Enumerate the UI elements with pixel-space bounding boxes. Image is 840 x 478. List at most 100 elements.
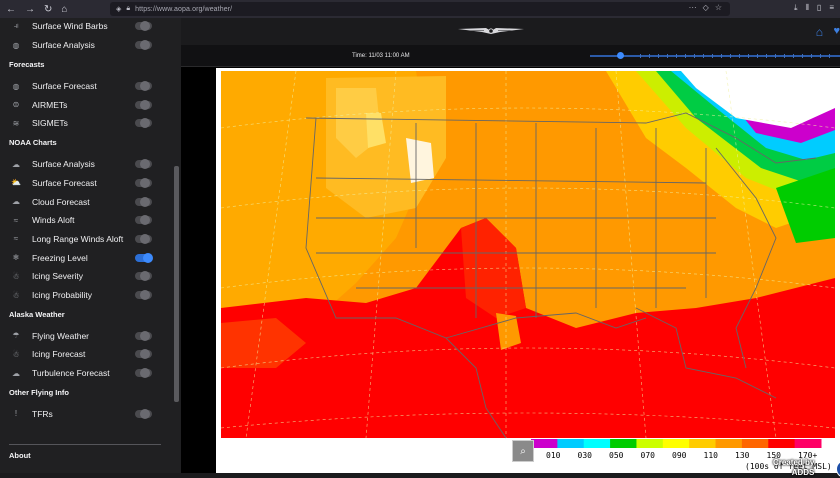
layer-item-label: Surface Forecast xyxy=(32,81,97,91)
timeline-slider[interactable] xyxy=(590,52,840,59)
layer-item[interactable]: ⫣ Surface Wind Barbs xyxy=(0,17,170,35)
timeline-tick[interactable] xyxy=(658,54,659,58)
menu-icon[interactable]: ≡ xyxy=(829,3,834,13)
cloud-rain-icon: ☂ xyxy=(12,331,20,341)
section-heading: Alaska Weather xyxy=(9,309,65,319)
snow-cloud-icon: ☃ xyxy=(12,271,20,281)
layer-toggle[interactable] xyxy=(135,408,152,419)
back-icon[interactable]: ← xyxy=(6,4,16,15)
timeline-tick[interactable] xyxy=(784,54,785,58)
layer-item[interactable]: ◍ Surface Analysis xyxy=(0,36,170,54)
layer-toggle[interactable] xyxy=(135,81,152,91)
layer-toggle[interactable] xyxy=(135,271,152,282)
legend-value-label: 090 xyxy=(672,451,687,460)
address-bar[interactable]: ◈ 🔒︎ https://www.aopa.org/weather/ ··· ◇… xyxy=(110,2,730,16)
layer-toggle[interactable] xyxy=(135,252,153,263)
library-icon[interactable]: ⫴ xyxy=(806,3,809,13)
timeline-tick[interactable] xyxy=(685,54,686,58)
layer-toggle[interactable] xyxy=(135,159,152,170)
layer-item[interactable]: ❄ Freezing Level xyxy=(0,249,170,267)
legend-value-label: 010 xyxy=(546,451,561,460)
timeline-tick[interactable] xyxy=(748,54,749,58)
sidebar-icon[interactable]: ▯ xyxy=(817,3,821,13)
freezing-level-map: 010 030 050 070 090 110 130 150 170+ (100s of fee… xyxy=(216,68,840,478)
layer-toggle[interactable] xyxy=(135,233,152,244)
layer-item[interactable]: ☁ Turbulence Forecast xyxy=(0,364,170,382)
layer-item[interactable]: ☁ Surface Analysis xyxy=(0,155,170,173)
layer-toggle[interactable] xyxy=(135,118,152,129)
legend-swatch xyxy=(715,439,743,448)
home-icon[interactable]: ⌂ xyxy=(816,25,823,39)
layer-item[interactable]: ⛅ Surface Forecast xyxy=(0,174,170,192)
url-text[interactable]: https://www.aopa.org/weather/ xyxy=(135,6,232,13)
legend-value-label: 070 xyxy=(641,451,656,460)
home-icon[interactable]: ⌂ xyxy=(61,4,67,15)
timeline-tick[interactable] xyxy=(802,54,803,58)
favorite-icon[interactable]: ♥ xyxy=(833,25,840,37)
timeline-tick[interactable] xyxy=(676,54,677,58)
layer-toggle[interactable] xyxy=(135,177,152,188)
toggle-knob xyxy=(140,81,150,91)
timeline-tick[interactable] xyxy=(730,54,731,58)
reload-icon[interactable]: ↻ xyxy=(44,4,52,15)
timeline-tick[interactable] xyxy=(793,54,794,58)
pocket-icon[interactable]: ◇ xyxy=(703,3,709,12)
timeline-tick[interactable] xyxy=(757,54,758,58)
legend-swatch xyxy=(794,439,822,448)
forward-icon[interactable]: → xyxy=(25,4,35,15)
layer-item[interactable]: ⊜ AIRMETs xyxy=(0,96,170,114)
shield-icon: ◈ xyxy=(116,6,122,13)
legend-swatch xyxy=(768,439,796,448)
layer-item[interactable]: ≋ SIGMETs xyxy=(0,114,170,132)
layer-item[interactable]: ! TFRs xyxy=(0,405,170,423)
layer-item[interactable]: ☃ Icing Severity xyxy=(0,267,170,285)
sidebar-scrollbar[interactable] xyxy=(174,166,179,402)
toggle-knob xyxy=(140,368,150,379)
legend-value-label: 130 xyxy=(735,451,750,460)
clouds-icon: ☁ xyxy=(12,197,20,206)
map-image: 010 030 050 070 090 110 130 150 170+(100s of fee… xyxy=(220,70,836,473)
timeline-tick[interactable] xyxy=(703,54,704,58)
layer-toggle[interactable] xyxy=(135,215,152,226)
layer-item[interactable]: ☁ Cloud Forecast xyxy=(0,193,170,211)
timeline-tick[interactable] xyxy=(775,54,776,58)
timeline-tick[interactable] xyxy=(712,54,713,58)
zoom-icon[interactable]: ⌕ xyxy=(512,440,534,462)
layer-toggle[interactable] xyxy=(135,196,152,207)
timeline-tick[interactable] xyxy=(811,54,812,58)
wind-barb-icon: ⫣ xyxy=(13,21,19,30)
timeline-tick[interactable] xyxy=(649,54,650,58)
layer-item[interactable]: ☃ Icing Forecast xyxy=(0,345,170,363)
timeline-tick[interactable] xyxy=(640,54,641,58)
download-icon[interactable]: ⤓ xyxy=(794,3,798,13)
layer-item[interactable]: ☃ Icing Probability xyxy=(0,286,170,304)
layer-item[interactable]: ≈ Long Range Winds Aloft xyxy=(0,230,170,248)
section-heading: NOAA Charts xyxy=(9,138,57,148)
timeline-tick[interactable] xyxy=(766,54,767,58)
layer-item[interactable]: ◍ Surface Forecast xyxy=(0,77,170,95)
layer-toggle[interactable] xyxy=(135,290,152,300)
layer-toggle[interactable] xyxy=(135,40,152,50)
layer-toggle[interactable] xyxy=(135,21,152,31)
toggle-knob xyxy=(140,233,150,244)
layer-item-label: Winds Aloft xyxy=(32,215,75,226)
timeline-tick[interactable] xyxy=(739,54,740,58)
layer-toggle[interactable] xyxy=(135,330,152,341)
layer-toggle[interactable] xyxy=(135,368,152,379)
timeline-tick[interactable] xyxy=(820,54,821,58)
timeline-tick[interactable] xyxy=(829,54,830,58)
about-heading[interactable]: About xyxy=(9,451,31,460)
more-icon[interactable]: ··· xyxy=(689,3,697,12)
layer-item[interactable]: ≈ Winds Aloft xyxy=(0,211,170,229)
layer-item[interactable]: ☂ Flying Weather xyxy=(0,327,170,345)
star-icon[interactable]: ☆ xyxy=(715,3,722,12)
layer-item-label: Turbulence Forecast xyxy=(32,368,110,379)
timeline-tick[interactable] xyxy=(721,54,722,58)
aopa-wings-logo[interactable] xyxy=(456,25,526,37)
legend-value-label: 030 xyxy=(578,451,593,460)
layer-toggle[interactable] xyxy=(135,349,152,360)
timeline-thumb[interactable] xyxy=(617,52,624,59)
layer-toggle[interactable] xyxy=(135,99,152,110)
timeline-tick[interactable] xyxy=(667,54,668,58)
timeline-tick[interactable] xyxy=(694,54,695,58)
